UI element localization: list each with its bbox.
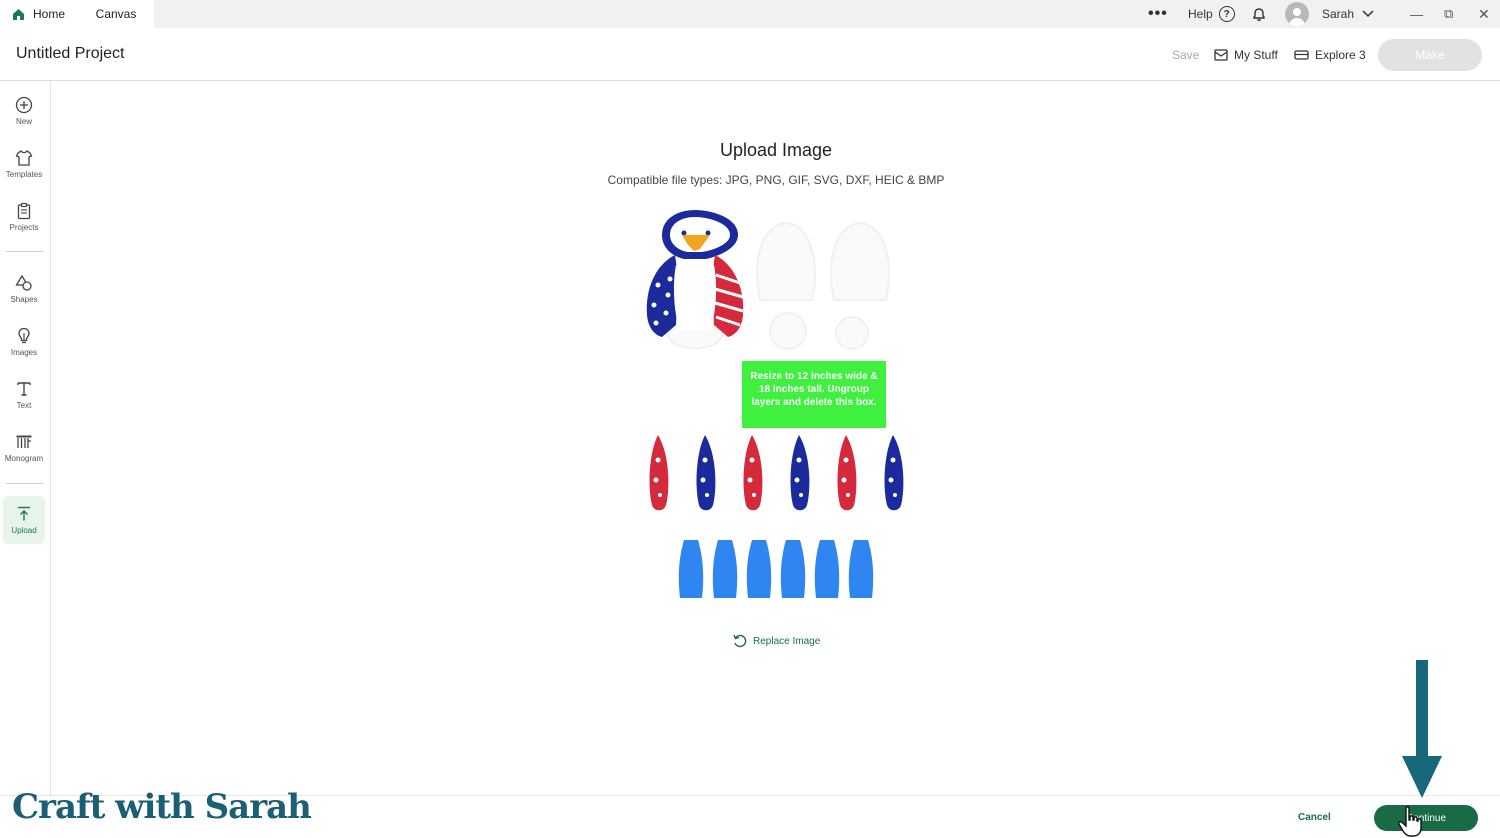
- sidebar-item-label: Text: [16, 401, 32, 410]
- sidebar-item-label: Upload: [11, 526, 37, 535]
- upload-icon: [18, 506, 30, 521]
- sidebar-item-label: New: [15, 117, 32, 126]
- close-window-icon[interactable]: ✕: [1478, 0, 1490, 28]
- sidebar-item-label: Projects: [9, 223, 39, 232]
- restore-window-icon[interactable]: ⧉: [1444, 0, 1453, 28]
- plus-circle-icon: [15, 96, 33, 114]
- cancel-button[interactable]: Cancel: [1298, 812, 1331, 823]
- feather-row: [649, 435, 904, 511]
- help-icon: ?: [1218, 6, 1235, 22]
- tab-canvas-label: Canvas: [95, 7, 137, 21]
- machine-label: Explore 3: [1315, 48, 1366, 62]
- left-sidebar: New Templates Projects Shapes Images Tex…: [0, 81, 51, 838]
- sidebar-item-label: Monogram: [4, 454, 44, 463]
- user-name: Sarah: [1322, 7, 1355, 21]
- replace-image-button[interactable]: Replace Image: [732, 633, 820, 649]
- chevron-down-icon: [1362, 10, 1374, 18]
- make-button[interactable]: Make: [1378, 39, 1482, 71]
- my-stuff-label: My Stuff: [1234, 48, 1278, 62]
- replace-image-label: Replace Image: [753, 635, 821, 647]
- page-title: Upload Image: [719, 140, 833, 160]
- save-button[interactable]: Save: [1172, 48, 1199, 62]
- text-icon: [17, 382, 31, 396]
- sidebar-item-label: Shapes: [10, 295, 38, 304]
- bell-icon: [1253, 8, 1265, 21]
- inbox-icon: [1214, 49, 1228, 61]
- watermark-logo: Craft with Sarah: [12, 787, 312, 827]
- monogram-icon: [16, 435, 32, 448]
- sidebar-item-projects[interactable]: Projects: [0, 193, 48, 241]
- base-pieces: [678, 540, 874, 598]
- arrow-down-icon: [1402, 660, 1442, 798]
- tab-canvas[interactable]: Canvas: [78, 0, 154, 28]
- shapes-icon: [15, 274, 32, 291]
- machine-select-button[interactable]: Explore 3: [1294, 48, 1366, 62]
- tab-bar: Home Canvas ••• Help ? Sarah — ⧉ ✕: [0, 0, 1500, 28]
- sidebar-item-label: Images: [10, 348, 38, 357]
- sidebar-item-upload[interactable]: Upload: [3, 496, 45, 544]
- user-menu[interactable]: Sarah: [1285, 0, 1374, 28]
- sidebar-item-monogram[interactable]: Monogram: [0, 424, 48, 472]
- tab-home[interactable]: Home: [0, 0, 78, 28]
- sidebar-divider: [6, 483, 44, 484]
- clipboard-icon: [17, 202, 31, 220]
- my-stuff-button[interactable]: My Stuff: [1214, 48, 1278, 62]
- refresh-icon: [733, 634, 747, 648]
- sidebar-divider: [6, 251, 44, 252]
- sidebar-item-new[interactable]: New: [0, 87, 48, 135]
- avatar: [1285, 2, 1309, 26]
- project-title: Untitled Project: [16, 45, 125, 62]
- help-label: Help: [1188, 7, 1213, 21]
- more-options-icon[interactable]: •••: [1148, 0, 1168, 28]
- help-button[interactable]: Help ?: [1188, 0, 1235, 28]
- hand-pointer-icon: [1398, 806, 1422, 837]
- sidebar-item-shapes[interactable]: Shapes: [0, 265, 48, 313]
- continue-button[interactable]: Continue: [1374, 805, 1478, 831]
- lightbulb-icon: [18, 327, 30, 344]
- design-instruction-note: Resize to 12 inches wide & 18 inches tal…: [742, 361, 886, 428]
- sidebar-item-text[interactable]: Text: [0, 371, 48, 419]
- sidebar-item-images[interactable]: Images: [0, 318, 48, 366]
- compatible-file-types: Compatible file types: JPG, PNG, GIF, SV…: [607, 173, 945, 187]
- home-icon: [13, 8, 24, 20]
- eagle-design: [646, 210, 744, 337]
- cricut-design-space-window: Home Canvas ••• Help ? Sarah — ⧉ ✕ Untit…: [0, 0, 1500, 838]
- minimize-window-icon[interactable]: —: [1410, 0, 1423, 28]
- tab-home-label: Home: [33, 7, 66, 21]
- project-header: Untitled Project Save My Stuff Explore 3…: [0, 28, 1500, 81]
- notifications-button[interactable]: [1251, 0, 1267, 28]
- cutting-machine-icon: [1294, 50, 1309, 60]
